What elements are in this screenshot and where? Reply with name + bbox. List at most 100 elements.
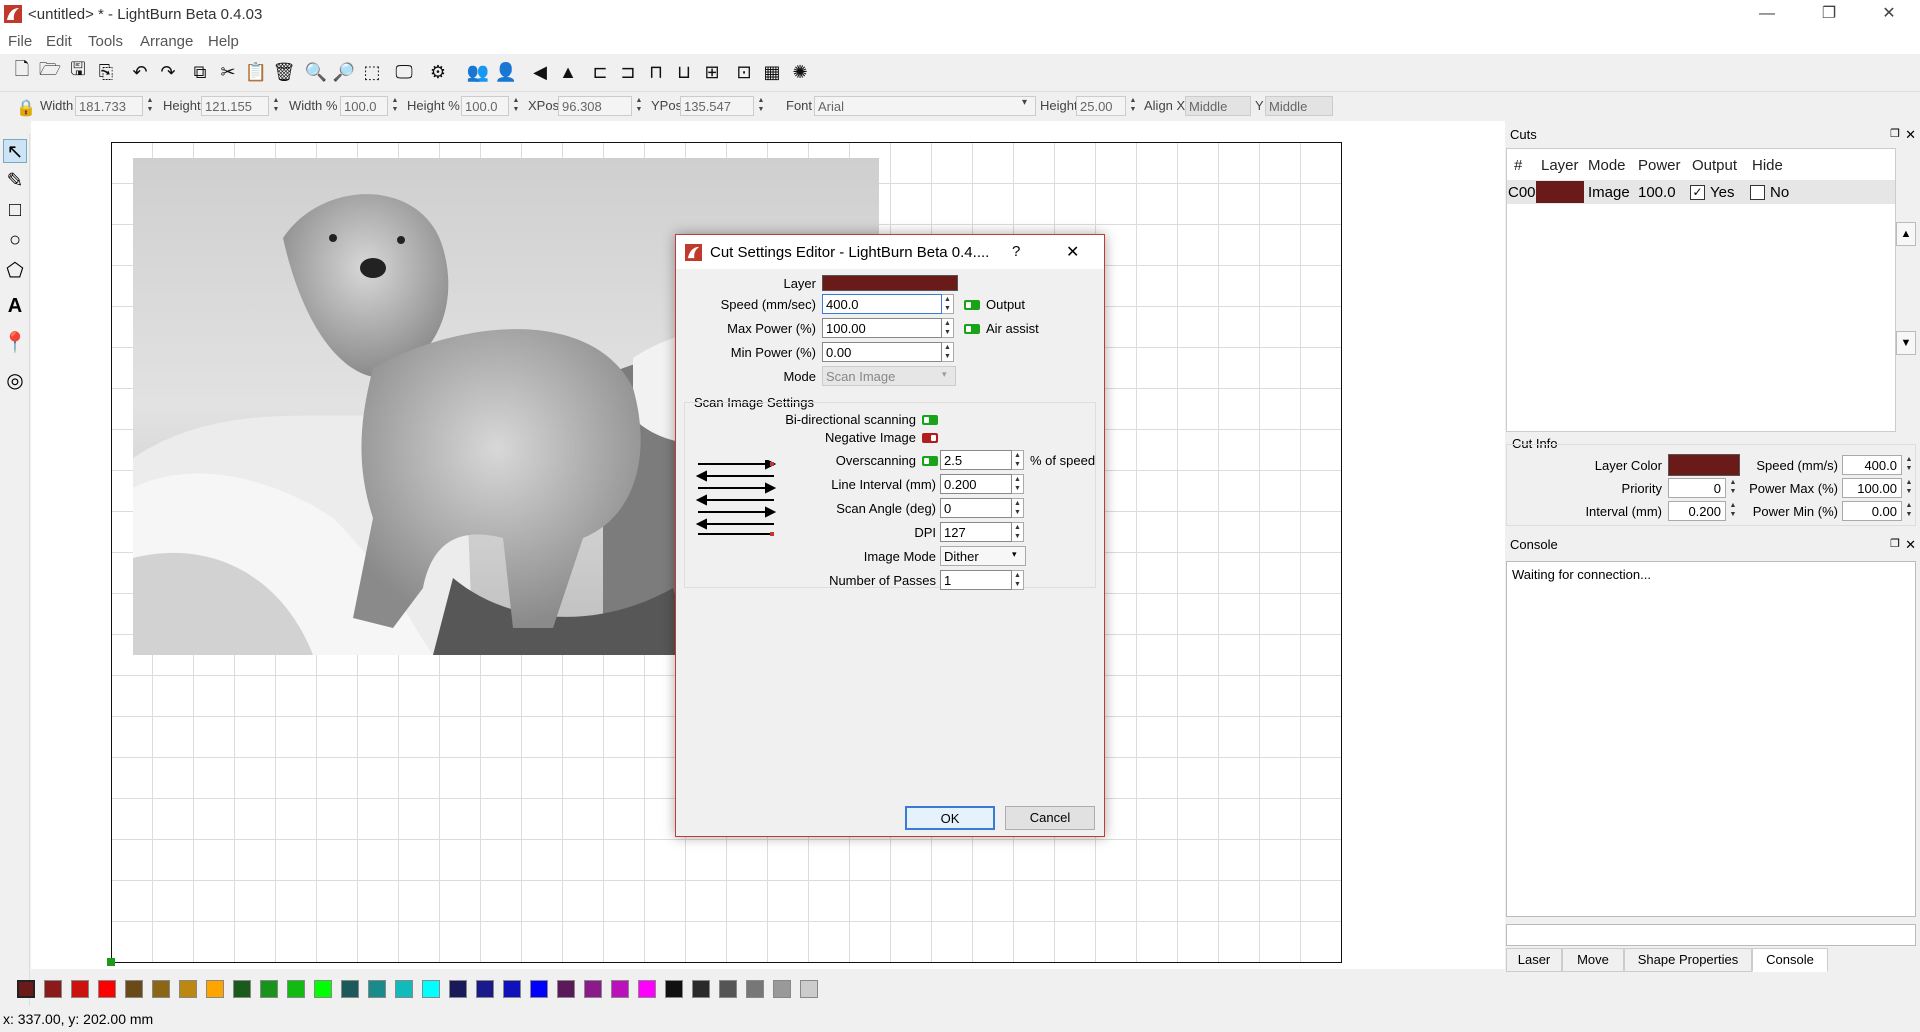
new-file-icon[interactable]: 🗋 — [10, 59, 34, 84]
air-assist-toggle[interactable] — [964, 324, 980, 334]
monitor-icon[interactable]: 🖵 — [392, 60, 416, 84]
palette-swatch[interactable] — [179, 980, 197, 998]
grid-array-icon[interactable]: ▦ — [760, 60, 784, 84]
line-interval-spinner[interactable]: ▲ ▼ — [1012, 474, 1024, 494]
scan-angle-spinner[interactable]: ▲ ▼ — [1012, 498, 1024, 518]
palette-swatch[interactable] — [152, 980, 170, 998]
palette-swatch[interactable] — [287, 980, 305, 998]
palette-swatch[interactable] — [503, 980, 521, 998]
float-icon[interactable]: ❐ — [1890, 127, 1900, 140]
col-header-power[interactable]: Power — [1638, 157, 1681, 174]
delete-icon[interactable]: 🗑 — [272, 60, 296, 84]
width-field[interactable]: 181.733 — [75, 96, 143, 116]
menu-tools[interactable]: Tools — [88, 33, 123, 50]
copy-icon[interactable]: ⧉ — [188, 60, 212, 84]
align-left-icon[interactable]: ⊏ — [588, 60, 612, 84]
palette-swatch[interactable] — [341, 980, 359, 998]
dialog-close-button[interactable]: ✕ — [1066, 242, 1079, 262]
overscan-toggle[interactable] — [922, 456, 938, 466]
menu-edit[interactable]: Edit — [46, 33, 72, 50]
speed-spinner[interactable]: ▲ ▼ — [1903, 455, 1915, 475]
menu-file[interactable]: File — [8, 33, 32, 50]
minimize-button[interactable]: — — [1744, 0, 1790, 30]
rectangle-tool-icon[interactable]: □ — [3, 198, 27, 222]
width-pct-field[interactable]: 100.0 — [340, 96, 388, 116]
palette-swatch[interactable] — [71, 980, 89, 998]
cancel-button[interactable]: Cancel — [1005, 806, 1095, 830]
palette-swatch[interactable] — [584, 980, 602, 998]
min-power-spinner[interactable]: ▲ ▼ — [942, 342, 954, 362]
console-input[interactable] — [1506, 924, 1916, 946]
undo-icon[interactable]: ↶ — [128, 60, 152, 84]
xpos-spinner[interactable]: ▲ ▼ — [633, 96, 645, 116]
palette-swatch[interactable] — [800, 980, 818, 998]
output-toggle[interactable] — [964, 300, 980, 310]
power-min-field[interactable]: 0.00 — [1842, 501, 1902, 521]
open-file-icon[interactable]: 🗁 — [38, 59, 62, 84]
palette-swatch[interactable] — [692, 980, 710, 998]
save-icon[interactable]: 🖫 — [66, 59, 90, 84]
flip-horizontal-icon[interactable]: ◀ — [528, 60, 552, 84]
palette-swatch[interactable] — [422, 980, 440, 998]
min-power-field[interactable]: 0.00 — [822, 342, 942, 362]
lock-icon[interactable]: 🔒 — [14, 96, 38, 120]
height-pct-field[interactable]: 100.0 — [461, 96, 509, 116]
menu-help[interactable]: Help — [208, 33, 239, 50]
width-pct-spinner[interactable]: ▲ ▼ — [389, 96, 401, 116]
tab-shape-properties[interactable]: Shape Properties — [1624, 948, 1752, 972]
dpi-spinner[interactable]: ▲ ▼ — [1012, 522, 1024, 542]
tab-move[interactable]: Move — [1562, 948, 1624, 972]
palette-swatch[interactable] — [638, 980, 656, 998]
circular-array-icon[interactable]: ✺ — [788, 60, 812, 84]
palette-swatch[interactable] — [368, 980, 386, 998]
line-interval-field[interactable]: 0.200 — [940, 474, 1012, 494]
palette-swatch[interactable] — [719, 980, 737, 998]
power-min-spinner[interactable]: ▲ ▼ — [1903, 501, 1915, 521]
align-center-icon[interactable]: ⊞ — [700, 60, 724, 84]
height-field[interactable]: 121.155 — [201, 96, 269, 116]
passes-spinner[interactable]: ▲ ▼ — [1012, 570, 1024, 590]
power-max-spinner[interactable]: ▲ ▼ — [1903, 478, 1915, 498]
zoom-in-icon[interactable]: 🔍 — [304, 60, 328, 84]
scan-angle-field[interactable]: 0 — [940, 498, 1012, 518]
paste-icon[interactable]: 📋 — [244, 60, 268, 84]
col-header-number[interactable]: # — [1514, 157, 1522, 174]
tab-laser[interactable]: Laser — [1506, 948, 1562, 972]
palette-swatch[interactable] — [557, 980, 575, 998]
font-select[interactable]: Arial — [814, 96, 1036, 116]
palette-swatch[interactable] — [98, 980, 116, 998]
palette-swatch[interactable] — [611, 980, 629, 998]
palette-swatch[interactable] — [746, 980, 764, 998]
priority-spinner[interactable]: ▲ ▼ — [1727, 478, 1739, 498]
scroll-up-button[interactable]: ▲ — [1896, 222, 1916, 246]
palette-swatch[interactable] — [449, 980, 467, 998]
close-icon[interactable]: ✕ — [1905, 537, 1916, 553]
max-power-spinner[interactable]: ▲ ▼ — [942, 318, 954, 338]
pen-tool-icon[interactable]: ✎ — [3, 168, 27, 192]
interval-field[interactable]: 0.200 — [1668, 501, 1726, 521]
ellipse-tool-icon[interactable]: ○ — [3, 228, 27, 252]
dpi-field[interactable]: 127 — [940, 522, 1012, 542]
palette-swatch[interactable] — [665, 980, 683, 998]
align-bottom-icon[interactable]: ⊔ — [672, 60, 696, 84]
palette-swatch[interactable] — [260, 980, 278, 998]
height-spinner[interactable]: ▲ ▼ — [270, 96, 282, 116]
max-power-field[interactable]: 100.00 — [822, 318, 942, 338]
menu-arrange[interactable]: Arrange — [140, 33, 193, 50]
mode-select[interactable]: Scan Image — [822, 366, 956, 386]
polygon-tool-icon[interactable]: ⬠ — [3, 258, 27, 282]
ungroup-icon[interactable]: 👤 — [494, 60, 518, 84]
speed-field[interactable]: 400.0 — [822, 294, 942, 314]
export-icon[interactable]: ⎘ — [94, 60, 118, 84]
overscan-field[interactable]: 2.5 — [940, 450, 1012, 470]
text-tool-icon[interactable]: A — [3, 294, 27, 318]
flip-vertical-icon[interactable]: ▲ — [556, 60, 580, 84]
group-icon[interactable]: 👥 — [466, 60, 490, 84]
scroll-down-button[interactable]: ▼ — [1896, 331, 1916, 355]
close-icon[interactable]: ✕ — [1905, 127, 1916, 143]
palette-swatch[interactable] — [476, 980, 494, 998]
hide-checkbox[interactable] — [1750, 185, 1765, 200]
interval-spinner[interactable]: ▲ ▼ — [1727, 501, 1739, 521]
align-right-icon[interactable]: ⊐ — [616, 60, 640, 84]
priority-field[interactable]: 0 — [1668, 478, 1726, 498]
